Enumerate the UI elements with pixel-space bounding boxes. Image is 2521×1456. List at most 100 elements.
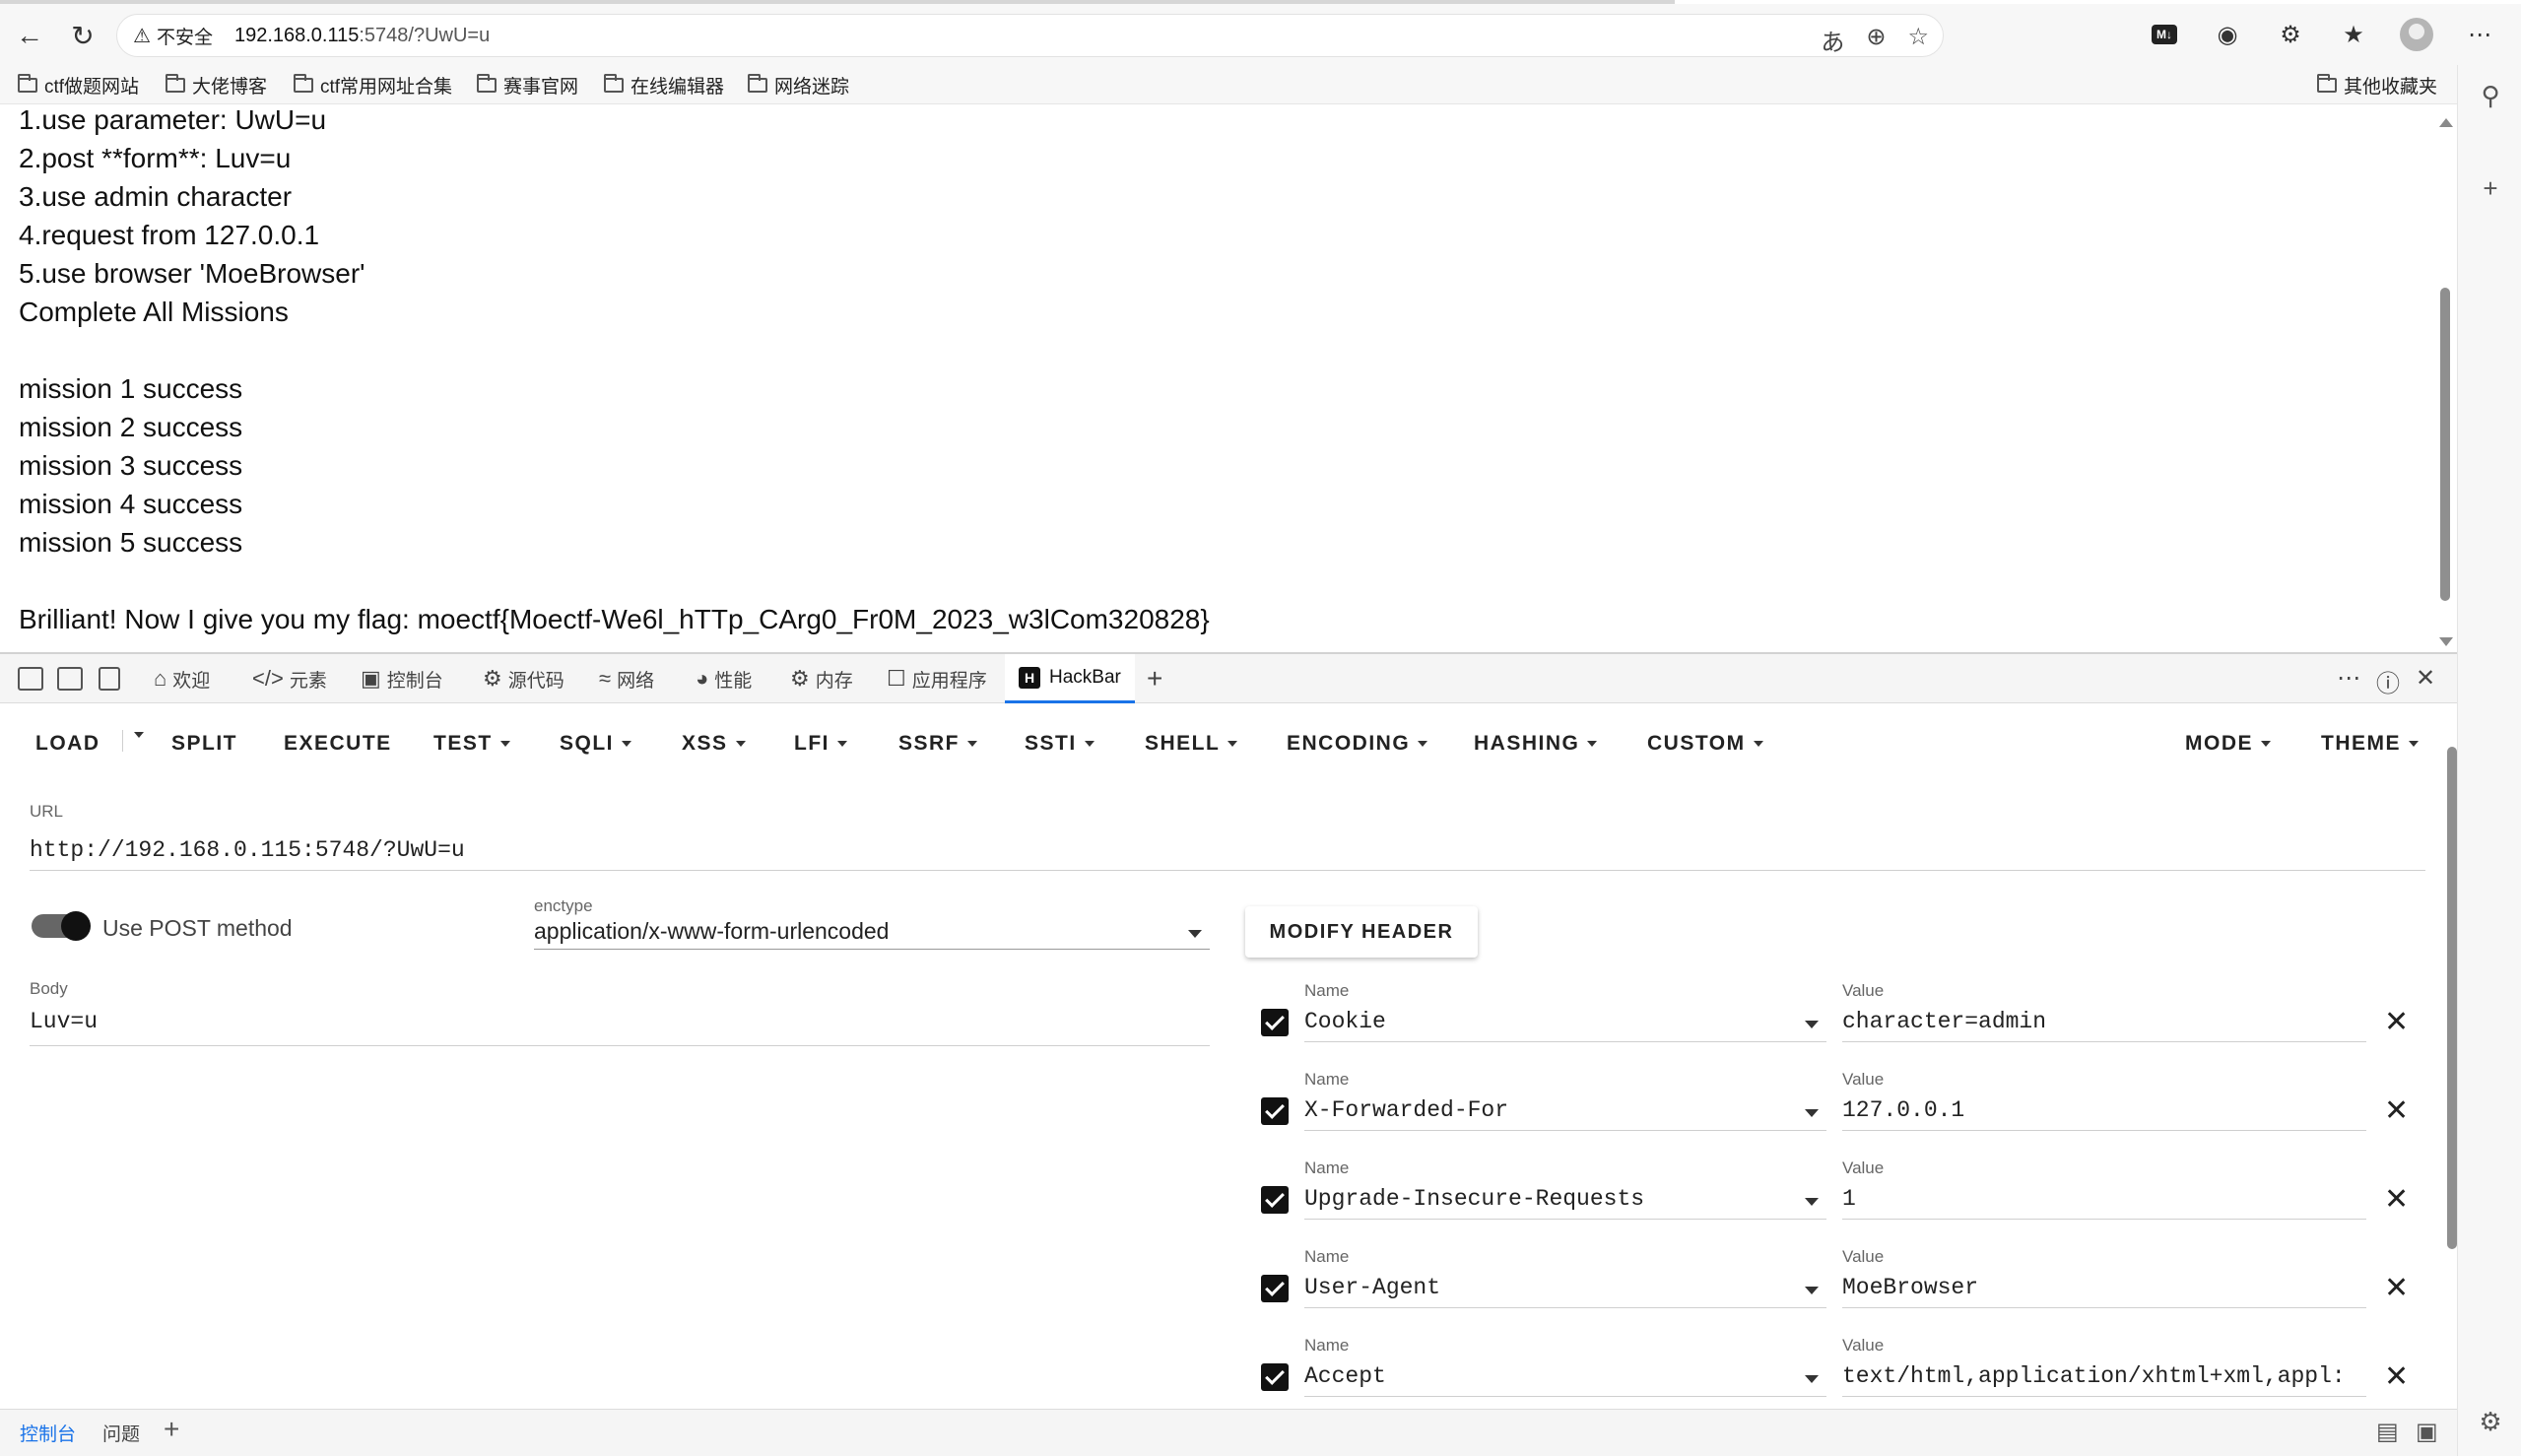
close-icon[interactable]: ✕: [2384, 1093, 2409, 1128]
page-scrollbar[interactable]: [2438, 108, 2453, 650]
header-value-input[interactable]: 127.0.0.1: [1842, 1093, 2366, 1131]
close-icon[interactable]: ✕: [2384, 1359, 2409, 1394]
translate-icon[interactable]: あ: [1821, 23, 1844, 57]
header-enabled-checkbox[interactable]: [1261, 1363, 1289, 1391]
menu-sqli[interactable]: SQLI: [560, 732, 632, 756]
header-value-input[interactable]: text/html,application/xhtml+xml,appl:: [1842, 1359, 2366, 1397]
text-line: 5.use browser 'MoeBrowser': [19, 258, 365, 289]
zoom-icon[interactable]: ⊕: [1866, 23, 1886, 57]
bookmark-folder[interactable]: 网络迷踪: [748, 71, 849, 99]
device-toolbar-icon[interactable]: [57, 667, 83, 691]
menu-ssti[interactable]: SSTI: [1025, 732, 1095, 756]
header-enabled-checkbox[interactable]: [1261, 1186, 1289, 1214]
header-enabled-checkbox[interactable]: [1261, 1097, 1289, 1125]
bookmark-folder[interactable]: ctf常用网址合集: [294, 71, 452, 99]
add-tab-icon[interactable]: +: [1147, 654, 1162, 703]
folder-icon: [294, 73, 313, 93]
enctype-label: enctype: [534, 896, 593, 915]
tab-application[interactable]: ☐ 应用程序: [887, 654, 987, 703]
menu-encoding[interactable]: ENCODING: [1287, 732, 1428, 756]
add-icon[interactable]: +: [2476, 173, 2505, 203]
dock-side-icon[interactable]: [99, 667, 120, 691]
search-icon[interactable]: ⚲: [2476, 81, 2505, 110]
close-icon[interactable]: ✕: [2384, 1182, 2409, 1217]
url-input[interactable]: http://192.168.0.115:5748/?UwU=u: [30, 835, 2425, 871]
header-name-select[interactable]: Upgrade-Insecure-Requests: [1304, 1182, 1826, 1220]
reload-icon[interactable]: ↻: [65, 18, 100, 53]
menu-xss[interactable]: XSS: [682, 732, 746, 756]
header-value-input[interactable]: character=admin: [1842, 1005, 2366, 1042]
extension-circle-icon[interactable]: ◉: [2211, 18, 2244, 51]
tab-memory[interactable]: ⚙ 内存: [790, 654, 853, 703]
header-value-input[interactable]: MoeBrowser: [1842, 1271, 2366, 1308]
menu-theme[interactable]: THEME: [2321, 732, 2419, 756]
undock-drawer-icon[interactable]: ▤: [2376, 1418, 2399, 1446]
menu-lfi[interactable]: LFI: [794, 732, 847, 756]
drawer-tab-console[interactable]: 控制台: [20, 1420, 76, 1446]
bookmark-folder[interactable]: ctf做题网站: [18, 71, 139, 99]
bookmark-folder[interactable]: 在线编辑器: [604, 71, 724, 99]
header-enabled-checkbox[interactable]: [1261, 1009, 1289, 1036]
header-name-select[interactable]: Cookie: [1304, 1005, 1826, 1042]
header-name-select[interactable]: Accept: [1304, 1359, 1826, 1397]
more-menu-icon[interactable]: ⋯: [2463, 18, 2496, 51]
text-line: mission 3 success: [19, 450, 243, 481]
markdown-extension-icon[interactable]: M↓: [2148, 18, 2181, 51]
scroll-up-icon[interactable]: [2439, 118, 2453, 127]
add-drawer-tab-icon[interactable]: +: [164, 1414, 179, 1445]
help-icon[interactable]: ⓘ: [2376, 664, 2400, 698]
back-arrow-icon[interactable]: ←: [12, 18, 47, 53]
body-input[interactable]: Luv=u: [30, 1009, 1210, 1046]
security-indicator[interactable]: ⚠ 不安全: [133, 23, 213, 49]
menu-execute[interactable]: EXECUTE: [284, 732, 392, 756]
tab-elements[interactable]: </> 元素: [252, 654, 327, 703]
header-name-select[interactable]: X-Forwarded-For: [1304, 1093, 1826, 1131]
menu-hashing[interactable]: HASHING: [1474, 732, 1598, 756]
tab-welcome[interactable]: ⌂ 欢迎: [154, 654, 210, 703]
menu-custom[interactable]: CUSTOM: [1647, 732, 1763, 756]
other-bookmarks-folder[interactable]: 其他收藏夹: [2317, 71, 2437, 99]
favorites-icon[interactable]: ★: [2337, 18, 2370, 51]
header-value-input[interactable]: 1: [1842, 1182, 2366, 1220]
address-bar[interactable]: ⚠ 不安全 192.168.0.115:5748/?UwU=u あ ⊕ ☆: [116, 14, 1944, 57]
close-devtools-icon[interactable]: ✕: [2416, 664, 2435, 693]
star-icon[interactable]: ☆: [1907, 23, 1929, 57]
folder-icon: [604, 73, 624, 93]
avatar[interactable]: [2400, 18, 2433, 51]
gear-icon[interactable]: ⚙: [2476, 1407, 2505, 1436]
header-enabled-checkbox[interactable]: [1261, 1275, 1289, 1302]
enctype-select[interactable]: application/x-www-form-urlencoded: [534, 918, 1210, 950]
close-icon[interactable]: ✕: [2384, 1005, 2409, 1039]
folder-icon: [748, 73, 767, 93]
close-icon[interactable]: ✕: [2384, 1271, 2409, 1305]
address-url[interactable]: 192.168.0.115:5748/?UwU=u: [234, 25, 490, 47]
tab-performance[interactable]: ◕ 性能: [696, 654, 752, 703]
menu-ssrf[interactable]: SSRF: [898, 732, 978, 756]
tab-sources[interactable]: ⚙ 源代码: [483, 654, 564, 703]
post-method-toggle[interactable]: [32, 911, 91, 941]
tab-hackbar[interactable]: H HackBar: [1005, 654, 1135, 703]
scroll-down-icon[interactable]: [2439, 637, 2453, 646]
more-tools-icon[interactable]: ⋯: [2337, 664, 2360, 693]
hackbar-scrollbar-thumb[interactable]: [2447, 747, 2457, 1249]
bookmarks-bar: ctf做题网站 大佬博客 ctf常用网址合集 赛事官网 在线编辑器 网络迷踪 其…: [0, 65, 2521, 104]
scrollbar-thumb[interactable]: [2440, 288, 2450, 601]
modify-header-button[interactable]: MODIFY HEADER: [1245, 906, 1478, 958]
load-dropdown-icon[interactable]: [126, 732, 144, 738]
inspect-element-icon[interactable]: [18, 667, 43, 691]
menu-load[interactable]: LOAD: [35, 732, 100, 756]
collapse-drawer-icon[interactable]: ▣: [2416, 1418, 2438, 1446]
flag-line: Brilliant! Now I give you my flag: moect…: [19, 604, 1210, 634]
bookmark-folder[interactable]: 大佬博客: [166, 71, 267, 99]
drawer-tab-issues[interactable]: 问题: [102, 1420, 140, 1446]
tab-network[interactable]: ≈ 网络: [599, 654, 654, 703]
extensions-puzzle-icon[interactable]: ⚙: [2274, 18, 2307, 51]
folder-icon: [166, 73, 185, 93]
bookmark-folder[interactable]: 赛事官网: [477, 71, 578, 99]
header-name-select[interactable]: User-Agent: [1304, 1271, 1826, 1308]
menu-shell[interactable]: SHELL: [1145, 732, 1238, 756]
menu-mode[interactable]: MODE: [2185, 732, 2271, 756]
tab-console[interactable]: ▣ 控制台: [361, 654, 443, 703]
menu-split[interactable]: SPLIT: [171, 732, 237, 756]
menu-test[interactable]: TEST: [433, 732, 510, 756]
